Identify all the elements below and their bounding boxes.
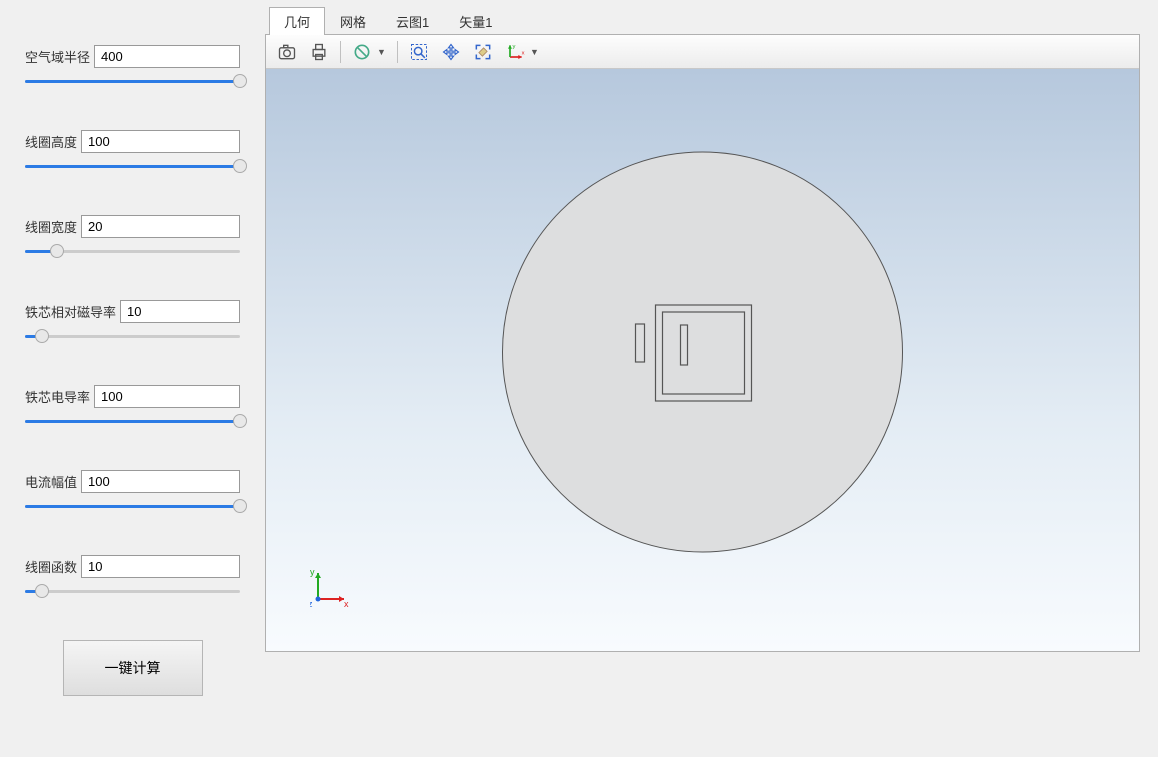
param-slider[interactable] bbox=[25, 244, 240, 260]
view-frame: ▼xy▼ bbox=[265, 34, 1140, 652]
view-toolbar: ▼xy▼ bbox=[266, 35, 1139, 69]
param-input[interactable] bbox=[120, 300, 240, 323]
param-slider[interactable] bbox=[25, 74, 240, 90]
svg-text:z: z bbox=[310, 599, 313, 607]
param-input[interactable] bbox=[81, 215, 240, 238]
param-row: 空气域半径 bbox=[25, 45, 240, 90]
param-slider[interactable] bbox=[25, 329, 240, 345]
param-slider[interactable] bbox=[25, 414, 240, 430]
param-input[interactable] bbox=[81, 555, 240, 578]
toolbar-separator bbox=[397, 41, 398, 63]
svg-text:x: x bbox=[344, 599, 349, 607]
param-label: 空气域半径 bbox=[25, 47, 90, 66]
param-slider[interactable] bbox=[25, 584, 240, 600]
print-icon[interactable] bbox=[304, 38, 334, 66]
svg-text:y: y bbox=[513, 43, 516, 49]
param-label: 线圈宽度 bbox=[25, 217, 77, 236]
svg-text:y: y bbox=[310, 567, 315, 577]
axis-triad-icon: x y z bbox=[310, 567, 350, 607]
tab-矢量1[interactable]: 矢量1 bbox=[444, 7, 507, 35]
zoom-box-icon[interactable] bbox=[404, 38, 434, 66]
param-row: 线圈宽度 bbox=[25, 215, 240, 260]
calculate-button[interactable]: 一键计算 bbox=[63, 640, 203, 696]
param-row: 铁芯电导率 bbox=[25, 385, 240, 430]
toolbar-separator bbox=[340, 41, 341, 63]
tab-网格[interactable]: 网格 bbox=[325, 7, 381, 35]
axis-icon[interactable]: xy bbox=[500, 38, 530, 66]
param-input[interactable] bbox=[81, 470, 240, 493]
param-label: 线圈高度 bbox=[25, 132, 77, 151]
param-label: 铁芯电导率 bbox=[25, 387, 90, 406]
prohibit-icon[interactable] bbox=[347, 38, 377, 66]
param-row: 铁芯相对磁导率 bbox=[25, 300, 240, 345]
param-row: 电流幅值 bbox=[25, 470, 240, 515]
dropdown-caret-icon[interactable]: ▼ bbox=[377, 47, 387, 57]
param-input[interactable] bbox=[81, 130, 240, 153]
param-slider[interactable] bbox=[25, 159, 240, 175]
view-panel: 几何网格云图1矢量1 ▼xy▼ bbox=[265, 0, 1158, 757]
fit-icon[interactable] bbox=[468, 38, 498, 66]
geometry-svg bbox=[266, 69, 1139, 651]
view-tabs: 几何网格云图1矢量1 bbox=[265, 6, 1140, 34]
param-label: 铁芯相对磁导率 bbox=[25, 302, 116, 321]
parameter-panel: 空气域半径 线圈高度 线圈宽度 bbox=[0, 0, 265, 757]
tab-几何[interactable]: 几何 bbox=[269, 7, 325, 35]
param-row: 线圈函数 bbox=[25, 555, 240, 600]
param-input[interactable] bbox=[94, 385, 240, 408]
param-label: 线圈函数 bbox=[25, 557, 77, 576]
dropdown-caret-icon[interactable]: ▼ bbox=[530, 47, 540, 57]
air-domain-circle bbox=[503, 152, 903, 552]
geometry-canvas[interactable]: x y z bbox=[266, 69, 1139, 651]
camera-icon[interactable] bbox=[272, 38, 302, 66]
tab-云图1[interactable]: 云图1 bbox=[381, 7, 444, 35]
param-input[interactable] bbox=[94, 45, 240, 68]
svg-text:x: x bbox=[522, 50, 525, 56]
pan-icon[interactable] bbox=[436, 38, 466, 66]
param-label: 电流幅值 bbox=[25, 472, 77, 491]
param-row: 线圈高度 bbox=[25, 130, 240, 175]
param-slider[interactable] bbox=[25, 499, 240, 515]
